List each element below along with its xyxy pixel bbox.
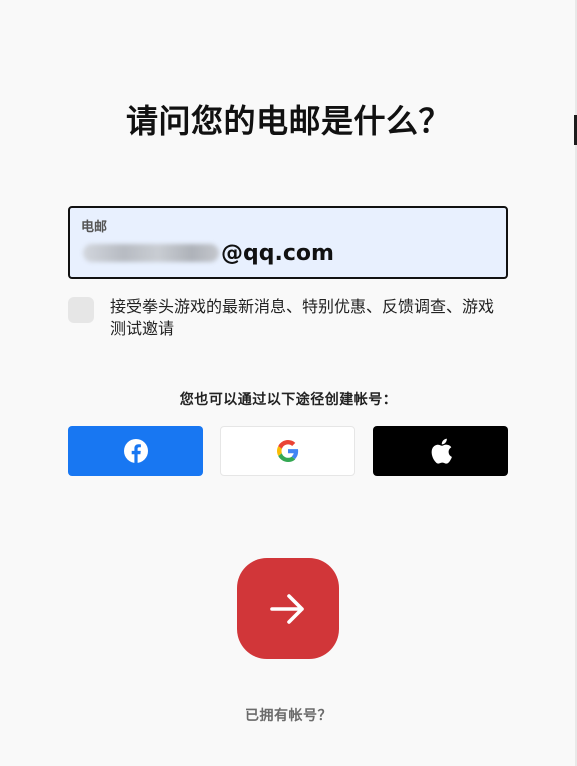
consent-row: 接受拳头游戏的最新消息、特别优惠、反馈调查、游戏测试邀请 xyxy=(68,296,508,340)
alternative-signup-label: 您也可以通过以下途径创建帐号： xyxy=(179,392,398,408)
apple-signup-button[interactable] xyxy=(373,426,508,476)
email-field-value[interactable]: @qq.com xyxy=(83,238,334,268)
next-button[interactable] xyxy=(237,558,339,659)
email-field-label: 电邮 xyxy=(81,220,108,235)
apple-icon xyxy=(431,438,452,464)
google-icon xyxy=(276,440,298,462)
existing-account-link[interactable]: 已拥有帐号？ xyxy=(0,705,577,725)
email-field[interactable]: 电邮 @qq.com xyxy=(68,206,508,279)
facebook-icon xyxy=(123,439,148,463)
arrow-right-icon xyxy=(270,593,304,624)
page-title: 请问您的电邮是什么？ xyxy=(125,102,451,140)
google-signup-button[interactable] xyxy=(220,426,355,476)
redacted-email-prefix xyxy=(83,244,219,262)
consent-checkbox[interactable] xyxy=(68,297,94,323)
email-domain-text: @qq.com xyxy=(221,240,334,266)
consent-text: 接受拳头游戏的最新消息、特别优惠、反馈调查、游戏测试邀请 xyxy=(110,297,495,338)
facebook-signup-button[interactable] xyxy=(68,426,203,476)
